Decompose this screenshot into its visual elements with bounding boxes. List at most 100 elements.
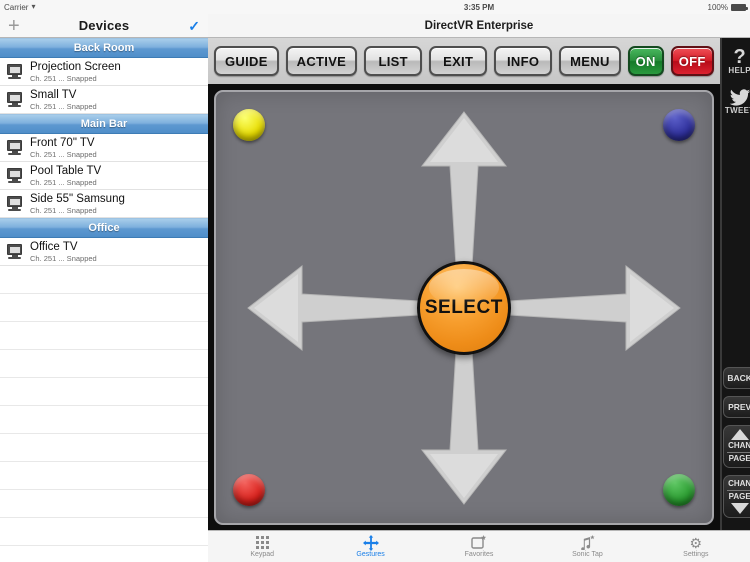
channel-page-up-button[interactable]: CHAN PAGE [722,425,750,468]
tv-icon [6,244,23,259]
battery-icon [731,4,748,11]
arrow-up-button[interactable] [414,108,514,283]
arrow-down-button[interactable] [414,332,514,508]
menu-button[interactable]: MENU [559,46,621,76]
section-header: Back Room [0,38,208,58]
tab-keypad[interactable]: Keypad [208,535,316,558]
list-item[interactable]: Front 70" TV Ch. 251 ... Snapped [0,134,208,162]
carrier-group: Carrier ▾ [4,3,35,12]
device-text: Pool Table TV Ch. 251 ... Snapped [30,165,101,187]
battery-percent-label: 100% [707,3,728,12]
gesture-pad-frame: SELECT [208,84,720,530]
exit-button[interactable]: EXIT [429,46,488,76]
divider [726,490,750,491]
device-name: Projection Screen [30,60,121,73]
page-title: Devices [78,18,130,33]
settings-gear-icon: ⚙ [689,534,703,551]
empty-list-row [0,434,208,462]
empty-list-row [0,266,208,294]
back-button[interactable]: BACK [722,367,750,389]
on-button[interactable]: ON [627,46,664,76]
list-item[interactable]: Small TV Ch. 251 ... Snapped [0,86,208,114]
tv-icon [6,140,23,155]
main-pane: 3:35 PM 100% DirectVR Enterprise GUIDE AC… [208,0,750,562]
tab-gestures[interactable]: Gestures [316,534,424,558]
gestures-icon [362,534,379,551]
page-down-label: PAGE [728,492,750,501]
tab-favorites[interactable]: Favorites [425,535,533,558]
chan-up-label: CHAN [728,441,750,450]
tv-icon [6,64,23,79]
sonic-tap-icon [579,535,596,550]
select-button[interactable]: SELECT [416,260,511,355]
question-mark-icon: ? [733,46,746,68]
content-area: GUIDEACTIVELISTEXITINFOMENUONOFF [208,38,750,530]
tv-icon [6,196,23,211]
tab-settings[interactable]: ⚙ Settings [642,534,750,559]
chan-down-label: CHAN [728,479,750,488]
empty-list-row [0,378,208,406]
off-button[interactable]: OFF [670,46,714,76]
clock-label: 3:35 PM [463,3,495,12]
back-label: BACK [727,373,750,383]
app-window: Carrier ▾ + Devices ✓ Back Room Projectio… [0,0,750,562]
triangle-up-icon [730,429,749,440]
device-name: Side 55" Samsung [30,192,125,205]
info-button[interactable]: INFO [494,46,553,76]
section-header: Main Bar [0,114,208,134]
device-name: Pool Table TV [30,164,102,177]
battery-group: 100% [707,3,748,12]
keypad-icon [255,535,269,550]
gesture-pad[interactable]: SELECT [214,90,714,525]
tweet-button[interactable]: TWEET [722,89,750,115]
twitter-bird-icon [729,89,750,106]
device-list[interactable]: Back Room Projection Screen Ch. 251 ... Sn… [0,38,208,562]
tab-label: Settings [683,551,709,558]
device-text: Side 55" Samsung Ch. 251 ... Snapped [30,193,125,215]
device-status: Ch. 251 ... Snapped [30,253,97,263]
empty-list-row [0,462,208,490]
list-item[interactable]: Pool Table TV Ch. 251 ... Snapped [0,162,208,190]
arrow-right-button[interactable] [508,258,684,358]
sidebar-nav-bar: + Devices ✓ [0,14,208,38]
help-button[interactable]: ? HELP [722,46,750,75]
device-status: Ch. 251 ... Snapped [30,205,97,215]
list-button[interactable]: LIST [364,46,423,76]
app-title: DirectVR Enterprise [424,19,534,32]
device-text: Office TV Ch. 251 ... Snapped [30,241,97,263]
list-item[interactable]: Projection Screen Ch. 251 ... Snapped [0,58,208,86]
device-status: Ch. 251 ... Snapped [30,149,97,159]
empty-list-row [0,518,208,546]
tab-sonic-tap[interactable]: Sonic Tap [533,535,641,558]
prev-button[interactable]: PREV [722,396,750,418]
prev-label: PREV [728,402,750,412]
device-text: Projection Screen Ch. 251 ... Snapped [30,61,121,83]
right-rail: ? HELP TWEET BACK PREV [719,38,750,530]
devices-sidebar: Carrier ▾ + Devices ✓ Back Room Projectio… [0,0,208,562]
list-item[interactable]: Side 55" Samsung Ch. 251 ... Snapped [0,190,208,218]
dpad: SELECT [244,108,684,508]
tv-icon [6,92,23,107]
device-status: Ch. 251 ... Snapped [30,73,97,83]
channel-page-down-button[interactable]: CHAN PAGE [722,475,750,518]
tv-icon [6,168,23,183]
guide-button[interactable]: GUIDE [214,46,279,76]
tab-label: Gestures [356,551,385,558]
empty-list-row [0,350,208,378]
app-title-bar: DirectVR Enterprise [208,14,750,38]
done-checkmark-icon[interactable]: ✓ [188,19,200,33]
arrow-left-button[interactable] [244,258,420,358]
carrier-label: Carrier [4,2,29,12]
device-name: Office TV [30,240,78,253]
device-name: Front 70" TV [30,136,95,149]
tweet-label: TWEET [724,106,750,115]
remote-column: GUIDEACTIVELISTEXITINFOMENUONOFF [208,38,720,530]
device-text: Small TV Ch. 251 ... Snapped [30,89,97,111]
remote-toolbar: GUIDE ACTIVE LIST EXIT INFO MENU ON OFF [208,38,720,84]
active-button[interactable]: ACTIVE [285,46,358,76]
device-status: Ch. 251 ... Snapped [30,101,97,111]
bottom-tab-bar: Keypad Gestures Favorites Sonic Tap ⚙ Setting… [208,530,750,562]
list-item[interactable]: Office TV Ch. 251 ... Snapped [0,238,208,266]
help-label: HELP [728,66,750,75]
tab-label: Sonic Tap [572,551,603,558]
